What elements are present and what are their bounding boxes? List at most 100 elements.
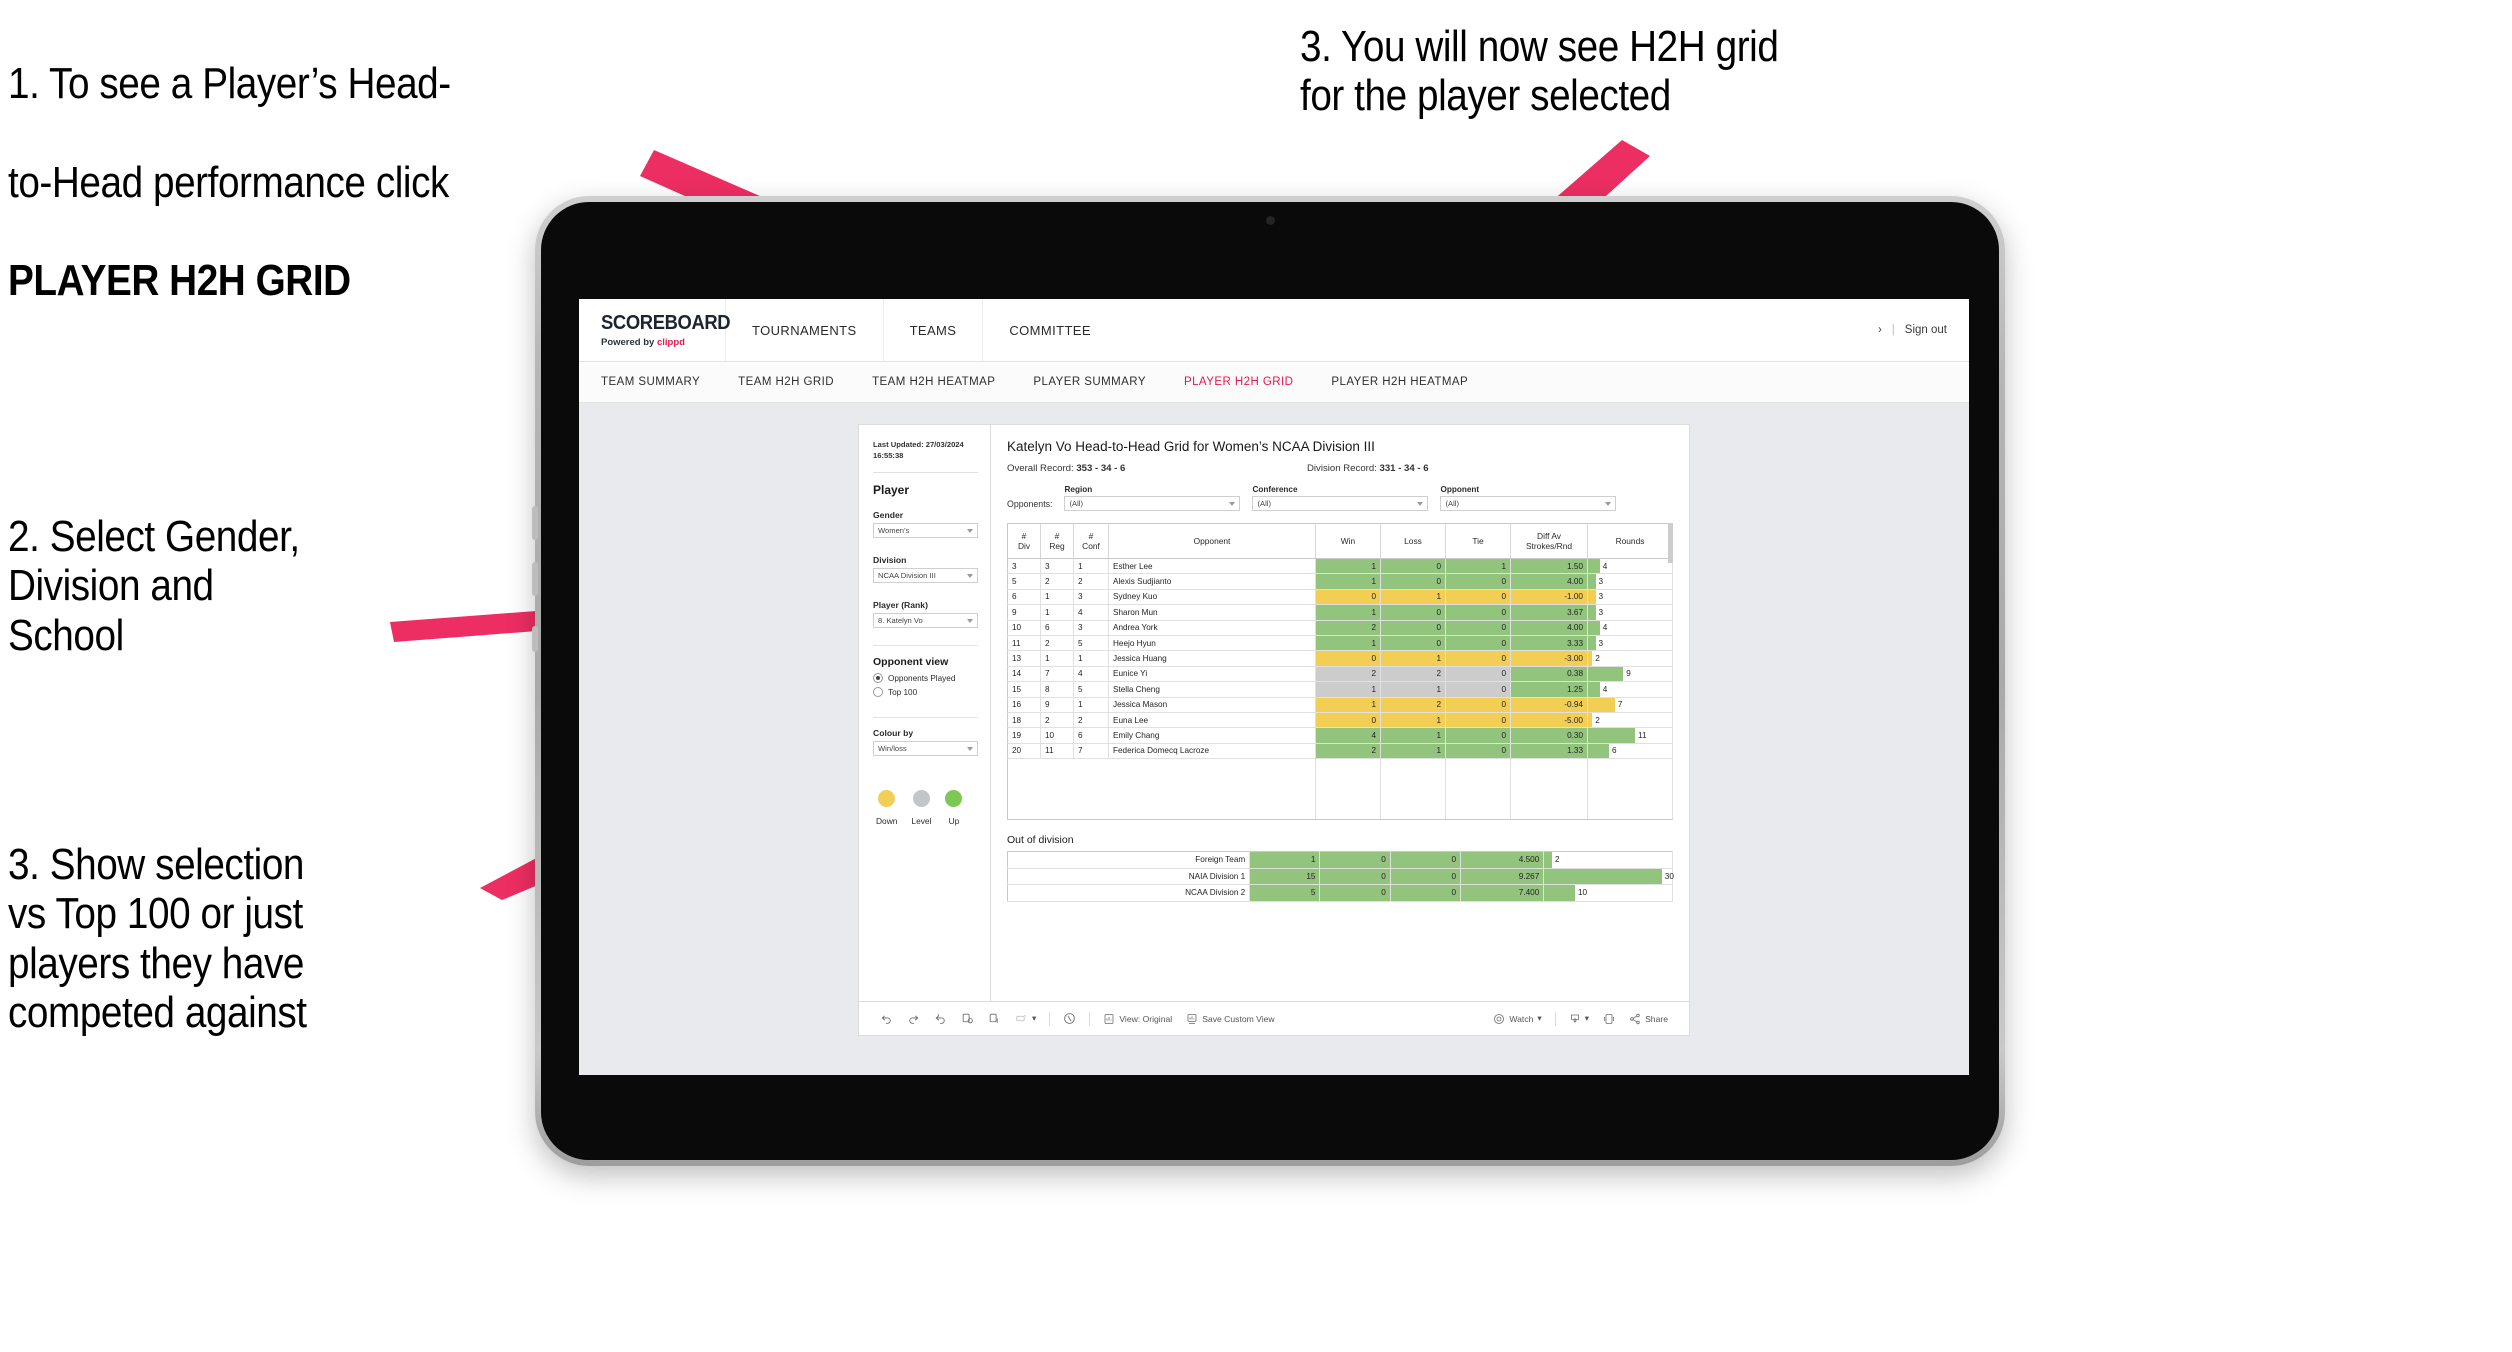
cell-tie: 0 bbox=[1445, 573, 1511, 590]
opponent-select[interactable]: (All) bbox=[1440, 496, 1617, 511]
download-button[interactable]: ▾ bbox=[1562, 1013, 1596, 1025]
tab-player-h2h-heatmap[interactable]: PLAYER H2H HEATMAP bbox=[1331, 376, 1468, 388]
tab-player-h2h-grid[interactable]: PLAYER H2H GRID bbox=[1184, 376, 1293, 388]
nav-item-tournaments[interactable]: TOURNAMENTS bbox=[725, 299, 883, 361]
scoreboard-logo[interactable]: SCOREBOARD Powered by clippd bbox=[579, 299, 731, 361]
caret-icon: ▾ bbox=[1584, 1013, 1590, 1023]
pause-button[interactable] bbox=[981, 1012, 1008, 1025]
cell-rounds-bar: 3 bbox=[1587, 635, 1673, 652]
cell-div: 5 bbox=[1007, 573, 1041, 590]
cell-diff: 4.00 bbox=[1510, 620, 1588, 636]
share-button[interactable]: Share bbox=[1622, 1013, 1675, 1025]
player-rank-field: Player (Rank) 8. Katelyn Vo bbox=[873, 600, 978, 628]
cell-opponent: Emily Chang bbox=[1108, 727, 1316, 744]
cell-tie: 1 bbox=[1445, 558, 1511, 575]
table-row[interactable]: 11 2 5 Heejo Hyun 1 0 0 3.33 3 bbox=[1007, 635, 1673, 652]
power-button[interactable] bbox=[532, 626, 538, 652]
table-row[interactable]: 3 3 1 Esther Lee 1 0 1 1.50 4 bbox=[1007, 558, 1673, 575]
cell-loss: 1 bbox=[1380, 712, 1446, 729]
rounds-value: 3 bbox=[1598, 592, 1604, 602]
table-row[interactable]: NCAA Division 2 5 0 0 7.400 10 bbox=[1007, 884, 1673, 902]
gender-field: Gender Women’s bbox=[873, 510, 978, 538]
undo-button[interactable] bbox=[873, 1012, 900, 1025]
highlight-dropdown[interactable]: ▾ bbox=[1008, 1012, 1043, 1025]
colour-by-select[interactable]: Win/loss bbox=[873, 741, 978, 756]
volume-down-button[interactable] bbox=[532, 562, 538, 596]
pause-auto-update-button[interactable] bbox=[1056, 1012, 1083, 1025]
out-of-division-title: Out of division bbox=[1007, 834, 1074, 847]
table-row[interactable]: 18 2 2 Euna Lee 0 1 0 -5.00 2 bbox=[1007, 712, 1673, 729]
nav-item-teams[interactable]: TEAMS bbox=[882, 299, 983, 361]
cell-loss: 0 bbox=[1380, 558, 1446, 575]
cell-loss: 1 bbox=[1380, 589, 1446, 606]
save-custom-view-button[interactable]: Save Custom View bbox=[1179, 1013, 1281, 1025]
table-row[interactable]: 16 9 1 Jessica Mason 1 2 0 -0.94 7 bbox=[1007, 697, 1673, 713]
region-select[interactable]: (All) bbox=[1064, 496, 1241, 511]
sign-out-link[interactable]: Sign out bbox=[1905, 324, 1947, 336]
rounds-bar bbox=[1588, 635, 1596, 650]
spacer-cell bbox=[1380, 758, 1446, 821]
watch-button[interactable]: Watch ▾ bbox=[1486, 1013, 1548, 1025]
radio-icon bbox=[873, 687, 883, 697]
volume-up-button[interactable] bbox=[532, 506, 538, 540]
rounds-bar bbox=[1588, 620, 1600, 635]
chevron-down-icon bbox=[967, 746, 973, 751]
chevron-right-icon[interactable]: › bbox=[1878, 324, 1882, 336]
overall-record-label: Overall Record: bbox=[1007, 463, 1077, 474]
cell-conf: 3 bbox=[1073, 589, 1109, 606]
cell-reg: 2 bbox=[1040, 712, 1074, 729]
gender-select[interactable]: Women’s bbox=[873, 523, 978, 538]
division-select[interactable]: NCAA Division III bbox=[873, 568, 978, 583]
rounds-value: 30 bbox=[1664, 871, 1674, 881]
cell-reg: 7 bbox=[1040, 666, 1074, 683]
refresh-button[interactable] bbox=[954, 1012, 981, 1025]
rounds-value: 2 bbox=[1554, 855, 1560, 865]
rounds-value: 7 bbox=[1617, 700, 1623, 710]
colour-by-field: Colour by Win/loss bbox=[873, 728, 978, 756]
table-row[interactable]: 10 6 3 Andrea York 2 0 0 4.00 4 bbox=[1007, 620, 1673, 636]
legend-label-up: Up bbox=[948, 816, 960, 826]
tab-team-summary[interactable]: TEAM SUMMARY bbox=[601, 376, 700, 388]
chevron-down-icon bbox=[967, 573, 973, 578]
redo-button[interactable] bbox=[900, 1012, 927, 1025]
table-row[interactable]: 19 10 6 Emily Chang 4 1 0 0.30 11 bbox=[1007, 727, 1673, 744]
conference-select[interactable]: (All) bbox=[1252, 496, 1429, 511]
radio-top-100[interactable]: Top 100 bbox=[873, 687, 978, 697]
table-row[interactable]: 20 11 7 Federica Domecq Lacroze 2 1 0 1.33 6 bbox=[1007, 743, 1673, 760]
table-row[interactable]: 14 7 4 Eunice Yi 2 2 0 0.38 9 bbox=[1007, 666, 1673, 683]
table-row[interactable]: 5 2 2 Alexis Sudjianto 1 0 0 4.00 3 bbox=[1007, 573, 1673, 590]
radio-opponents-played[interactable]: Opponents Played bbox=[873, 673, 978, 683]
callout-1-line-1: 1. To see a Player’s Head- bbox=[8, 59, 451, 109]
callout-step-2: 2. Select Gender, Division and School bbox=[8, 512, 300, 660]
tab-team-h2h-grid[interactable]: TEAM H2H GRID bbox=[738, 376, 834, 388]
header-win: Win bbox=[1315, 523, 1381, 559]
header-div-l1: # bbox=[1021, 531, 1027, 541]
cell-reg: 1 bbox=[1040, 589, 1074, 606]
revert-button[interactable] bbox=[927, 1012, 954, 1025]
view-original-button[interactable]: View: Original bbox=[1096, 1013, 1179, 1025]
tab-player-summary[interactable]: PLAYER SUMMARY bbox=[1033, 376, 1146, 388]
tab-team-h2h-heatmap[interactable]: TEAM H2H HEATMAP bbox=[872, 376, 995, 388]
table-row[interactable]: 13 1 1 Jessica Huang 0 1 0 -3.00 2 bbox=[1007, 650, 1673, 667]
header-reg: # Reg bbox=[1040, 523, 1074, 559]
cell-rounds-bar: 10 bbox=[1543, 884, 1673, 902]
cell-conf: 1 bbox=[1073, 650, 1109, 667]
cell-diff: 3.67 bbox=[1510, 604, 1588, 621]
cell-win: 0 bbox=[1315, 589, 1381, 606]
table-row[interactable]: Foreign Team 1 0 0 4.500 2 bbox=[1007, 851, 1673, 869]
table-row[interactable]: 6 1 3 Sydney Kuo 0 1 0 -1.00 3 bbox=[1007, 589, 1673, 606]
table-row[interactable]: NAIA Division 1 15 0 0 9.267 30 bbox=[1007, 868, 1674, 886]
viz-main-area: Katelyn Vo Head-to-Head Grid for Women’s… bbox=[991, 425, 1689, 1001]
cell-win: 2 bbox=[1315, 743, 1381, 760]
table-row[interactable]: 15 8 5 Stella Cheng 1 1 0 1.25 4 bbox=[1007, 681, 1673, 698]
vertical-scrollbar[interactable] bbox=[1668, 523, 1673, 563]
legend-label-down: Down bbox=[876, 816, 898, 826]
rounds-value: 4 bbox=[1602, 684, 1608, 694]
fullscreen-button[interactable] bbox=[1596, 1013, 1622, 1025]
nav-item-committee[interactable]: COMMITTEE bbox=[982, 299, 1117, 361]
cell-win: 0 bbox=[1315, 650, 1381, 667]
player-rank-select[interactable]: 8. Katelyn Vo bbox=[873, 613, 978, 628]
table-row[interactable]: 9 1 4 Sharon Mun 1 0 0 3.67 3 bbox=[1007, 604, 1673, 621]
logo-tagline-brand: clippd bbox=[656, 337, 685, 348]
rounds-bar bbox=[1588, 589, 1596, 604]
